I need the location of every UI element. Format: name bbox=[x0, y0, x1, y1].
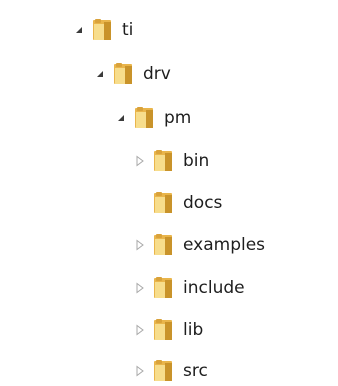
tree-node-label: bin bbox=[183, 150, 210, 171]
folder-icon bbox=[153, 233, 173, 257]
collapsed-arrow-icon[interactable] bbox=[135, 239, 145, 251]
tree-node-lib[interactable]: lib bbox=[135, 315, 295, 345]
collapsed-arrow-icon[interactable] bbox=[135, 324, 145, 336]
folder-icon bbox=[153, 276, 173, 300]
collapsed-arrow-icon[interactable] bbox=[135, 282, 145, 294]
expanded-arrow-icon[interactable] bbox=[116, 112, 126, 124]
tree-node-drv[interactable]: drv bbox=[95, 59, 215, 89]
tree-node-label: include bbox=[183, 277, 245, 298]
folder-icon bbox=[153, 359, 173, 383]
tree-node-label: drv bbox=[143, 63, 171, 84]
tree-node-label: pm bbox=[164, 107, 192, 128]
folder-icon bbox=[113, 62, 133, 86]
tree-node-label: lib bbox=[183, 319, 204, 340]
tree-node-src[interactable]: src bbox=[135, 356, 295, 386]
tree-node-docs[interactable]: docs bbox=[135, 188, 295, 218]
tree-node-ti[interactable]: ti bbox=[74, 15, 194, 45]
tree-node-label: examples bbox=[183, 234, 266, 255]
folder-icon bbox=[153, 191, 173, 215]
tree-node-include[interactable]: include bbox=[135, 273, 295, 303]
tree-node-examples[interactable]: examples bbox=[135, 230, 305, 260]
collapsed-arrow-icon[interactable] bbox=[135, 365, 145, 377]
folder-tree: ti drv pm bin docs examples include lib … bbox=[0, 0, 338, 385]
tree-node-label: ti bbox=[122, 19, 134, 40]
tree-node-bin[interactable]: bin bbox=[135, 146, 295, 176]
tree-node-label: docs bbox=[183, 192, 223, 213]
folder-icon bbox=[134, 106, 154, 130]
collapsed-arrow-icon[interactable] bbox=[135, 155, 145, 167]
folder-icon bbox=[153, 149, 173, 173]
folder-icon bbox=[153, 318, 173, 342]
expanded-arrow-icon[interactable] bbox=[74, 24, 84, 36]
tree-node-label: src bbox=[183, 360, 208, 381]
tree-node-pm[interactable]: pm bbox=[116, 103, 236, 133]
expanded-arrow-icon[interactable] bbox=[95, 68, 105, 80]
folder-icon bbox=[92, 18, 112, 42]
